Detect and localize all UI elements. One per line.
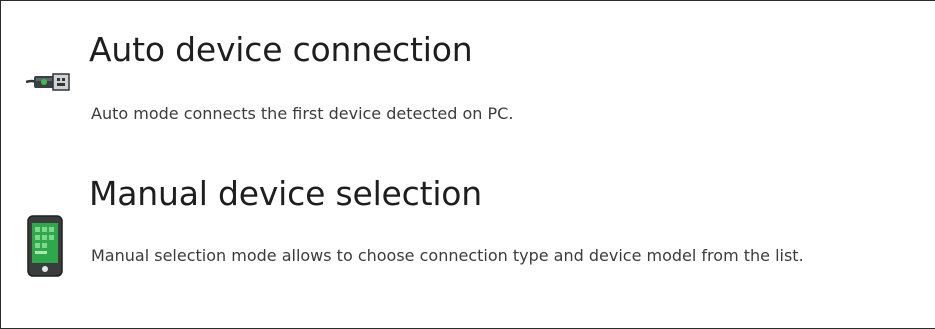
- auto-connection-title: Auto device connection: [89, 30, 473, 69]
- manual-selection-description: Manual selection mode allows to choose c…: [91, 246, 804, 265]
- manual-selection-title: Manual device selection: [89, 174, 483, 213]
- auto-connection-description: Auto mode connects the first device dete…: [91, 104, 514, 123]
- manual-selection-option[interactable]: Manual device selection Manual selection…: [0, 160, 935, 329]
- auto-connection-option[interactable]: Auto device connection Auto mode connect…: [0, 0, 935, 160]
